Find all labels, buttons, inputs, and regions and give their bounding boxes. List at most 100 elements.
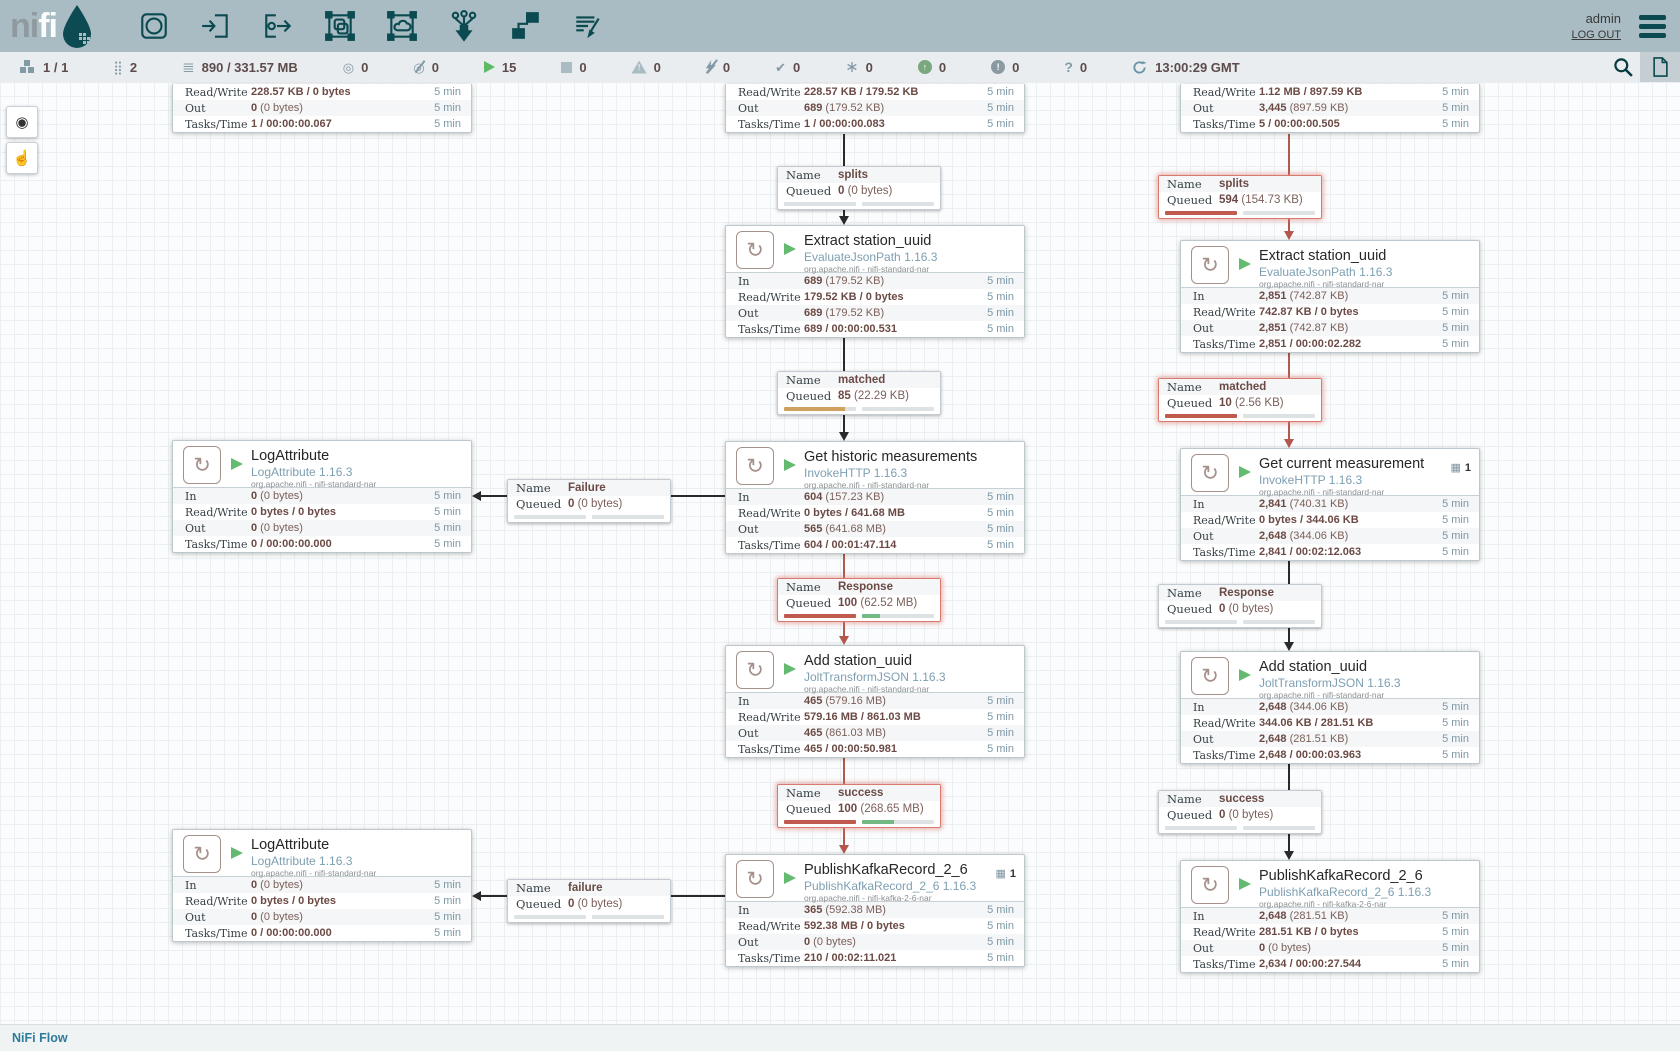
stat-label: Read/Write bbox=[738, 920, 804, 933]
stat-row-read-write: Read/Write228.57 KB / 179.52 KB5 min bbox=[726, 84, 1024, 100]
stat-label: Read/Write bbox=[1193, 514, 1259, 527]
stat-label: In bbox=[185, 490, 251, 503]
processor-get-current-measurement[interactable]: ↻Get current measurementInvokeHTTP 1.16.… bbox=[1180, 448, 1480, 561]
connection-label-matched-right[interactable]: NamematchedQueued10 (2.56 KB) bbox=[1158, 378, 1322, 422]
stat-value: 0 (0 bytes) bbox=[251, 879, 434, 891]
processor-extract-station-uuid-right[interactable]: ↻Extract station_uuidEvaluateJsonPath 1.… bbox=[1180, 240, 1480, 353]
status-locally-modified-and-stale-count: 0 bbox=[1012, 60, 1019, 75]
queued-value: 0 (0 bytes) bbox=[1219, 603, 1273, 615]
count-percent-bar bbox=[784, 820, 856, 824]
connection-label-failure-bottom[interactable]: NamefailureQueued0 (0 bytes) bbox=[507, 879, 671, 923]
connection-line bbox=[843, 134, 845, 166]
navigate-palette-button[interactable]: ☝ bbox=[6, 142, 38, 174]
connection-name-row: Namesplits bbox=[1159, 176, 1321, 192]
processor-upstream-left[interactable]: Read/Write228.57 KB / 0 bytes5 minOut0 (… bbox=[172, 84, 472, 133]
stat-row-out: Out565 (641.68 MB)5 min bbox=[726, 521, 1024, 537]
connection-queued-row: Queued0 (0 bytes) bbox=[508, 896, 670, 911]
processor-header: ↻Get historic measurementsInvokeHTTP 1.1… bbox=[726, 442, 1024, 488]
processor-extract-station-uuid-middle[interactable]: ↻Extract station_uuidEvaluateJsonPath 1.… bbox=[725, 225, 1025, 338]
processor-add-station-uuid-middle[interactable]: ↻Add station_uuidJoltTransformJSON 1.16.… bbox=[725, 645, 1025, 758]
template-icon[interactable] bbox=[509, 9, 543, 43]
connection-label-response-right[interactable]: NameResponseQueued0 (0 bytes) bbox=[1158, 584, 1322, 628]
connection-name-row: Namematched bbox=[778, 372, 940, 388]
connection-label-response-middle[interactable]: NameResponseQueued100 (62.52 MB) bbox=[777, 578, 941, 622]
status-locally-modified-and-stale: !0 bbox=[991, 60, 1019, 75]
queue-percent-bars bbox=[1165, 211, 1315, 215]
logout-link[interactable]: LOG OUT bbox=[1571, 29, 1621, 41]
funnel-icon[interactable] bbox=[447, 9, 481, 43]
input-port-icon[interactable] bbox=[199, 9, 233, 43]
processor-get-historic-measurements[interactable]: ↻Get historic measurementsInvokeHTTP 1.1… bbox=[725, 441, 1025, 554]
search-button[interactable] bbox=[1606, 52, 1640, 82]
refresh-icon[interactable] bbox=[1132, 60, 1147, 75]
processor-bundle: org.apache.nifi - nifi-kafka-2-6-nar bbox=[804, 893, 932, 903]
label-icon[interactable] bbox=[571, 9, 605, 43]
connection-arrowhead-icon bbox=[1284, 439, 1294, 448]
processor-logattribute-top[interactable]: ↻LogAttributeLogAttribute 1.16.3org.apac… bbox=[172, 440, 472, 553]
queued-key: Queued bbox=[1167, 396, 1219, 410]
connection-name: matched bbox=[1219, 381, 1266, 393]
stat-period: 5 min bbox=[434, 879, 461, 891]
connection-label-matched-middle[interactable]: NamematchedQueued85 (22.29 KB) bbox=[777, 371, 941, 415]
breadcrumb-nifi-flow[interactable]: NiFi Flow bbox=[12, 1031, 68, 1045]
count-percent-bar bbox=[514, 915, 586, 919]
logo-text-fi: fi bbox=[38, 3, 57, 49]
connection-arrowhead-icon bbox=[839, 636, 849, 645]
queued-value: 0 (0 bytes) bbox=[838, 185, 892, 197]
flow-summary-button[interactable] bbox=[1640, 52, 1680, 82]
output-port-icon[interactable] bbox=[261, 9, 295, 43]
connection-arrowhead-icon bbox=[1284, 642, 1294, 651]
status-transmitting-count: 0 bbox=[361, 60, 368, 75]
processor-icon[interactable] bbox=[137, 9, 171, 43]
processor-publishkafkarecord-middle[interactable]: ↻PublishKafkaRecord_2_6PublishKafkaRecor… bbox=[725, 854, 1025, 967]
stat-value: 2,841 / 00:02:12.063 bbox=[1259, 546, 1442, 558]
global-menu-icon[interactable] bbox=[1639, 15, 1666, 38]
name-key: Name bbox=[516, 481, 568, 495]
stat-label: Out bbox=[738, 936, 804, 949]
connection-label-failure-top[interactable]: NameFailureQueued0 (0 bytes) bbox=[507, 479, 671, 523]
processor-logattribute-bottom[interactable]: ↻LogAttributeLogAttribute 1.16.3org.apac… bbox=[172, 829, 472, 942]
stat-value: 210 / 00:02:11.021 bbox=[804, 952, 987, 964]
processor-upstream-right[interactable]: Read/Write1.12 MB / 897.59 KB5 minOut3,4… bbox=[1180, 84, 1480, 133]
queue-percent-bars bbox=[784, 614, 934, 618]
stat-period: 5 min bbox=[1442, 942, 1469, 954]
stat-value: 0 (0 bytes) bbox=[251, 490, 434, 502]
processor-add-station-uuid-right[interactable]: ↻Add station_uuidJoltTransformJSON 1.16.… bbox=[1180, 651, 1480, 764]
operate-palette-button[interactable]: ◉ bbox=[6, 106, 38, 138]
running-status-icon bbox=[784, 872, 796, 884]
stat-value: 365 (592.38 MB) bbox=[804, 904, 987, 916]
node-count-badge: ▦1 bbox=[995, 867, 1016, 880]
stat-value: 742.87 KB / 0 bytes bbox=[1259, 306, 1442, 318]
processor-stamp-icon: ↻ bbox=[1191, 454, 1229, 492]
stat-value: 0 bytes / 0 bytes bbox=[251, 895, 434, 907]
stat-period: 5 min bbox=[987, 491, 1014, 503]
processor-publishkafkarecord-right[interactable]: ↻PublishKafkaRecord_2_6PublishKafkaRecor… bbox=[1180, 860, 1480, 973]
stat-value: 2,851 (742.87 KB) bbox=[1259, 290, 1442, 302]
process-group-icon[interactable] bbox=[323, 9, 357, 43]
stat-label: Tasks/Time bbox=[185, 118, 251, 131]
connection-label-splits-right[interactable]: NamesplitsQueued594 (154.73 KB) bbox=[1158, 175, 1322, 219]
processor-upstream-middle[interactable]: Read/Write228.57 KB / 179.52 KB5 minOut6… bbox=[725, 84, 1025, 133]
stat-row-in: In0 (0 bytes)5 min bbox=[173, 488, 471, 504]
flow-canvas[interactable]: ◉ ☝ Read/Write228.57 KB / 0 bytes5 minOu… bbox=[0, 82, 1680, 1024]
stat-period: 5 min bbox=[434, 86, 461, 98]
processor-type: JoltTransformJSON 1.16.3 bbox=[1259, 676, 1401, 690]
processor-type: LogAttribute 1.16.3 bbox=[251, 854, 352, 868]
stat-period: 5 min bbox=[1442, 958, 1469, 970]
connection-label-success-middle[interactable]: NamesuccessQueued100 (268.65 MB) bbox=[777, 784, 941, 828]
connection-label-splits-middle[interactable]: NamesplitsQueued0 (0 bytes) bbox=[777, 166, 941, 210]
connection-label-success-right[interactable]: NamesuccessQueued0 (0 bytes) bbox=[1158, 790, 1322, 834]
stat-period: 5 min bbox=[987, 711, 1014, 723]
size-percent-bar bbox=[592, 915, 664, 919]
processor-type: JoltTransformJSON 1.16.3 bbox=[804, 670, 946, 684]
stat-label: Out bbox=[738, 102, 804, 115]
refresh-status[interactable]: 13:00:29 GMT bbox=[1132, 60, 1240, 75]
stat-label: Tasks/Time bbox=[1193, 546, 1259, 559]
threads-icon: ⣿ bbox=[113, 61, 123, 74]
stat-row-read-write: Read/Write0 bytes / 344.06 KB5 min bbox=[1181, 512, 1479, 528]
stat-label: Read/Write bbox=[738, 507, 804, 520]
connection-line bbox=[1288, 350, 1290, 378]
remote-process-group-icon[interactable] bbox=[385, 9, 419, 43]
hand-icon: ☝ bbox=[13, 149, 32, 167]
processor-stamp-icon: ↻ bbox=[736, 860, 774, 898]
